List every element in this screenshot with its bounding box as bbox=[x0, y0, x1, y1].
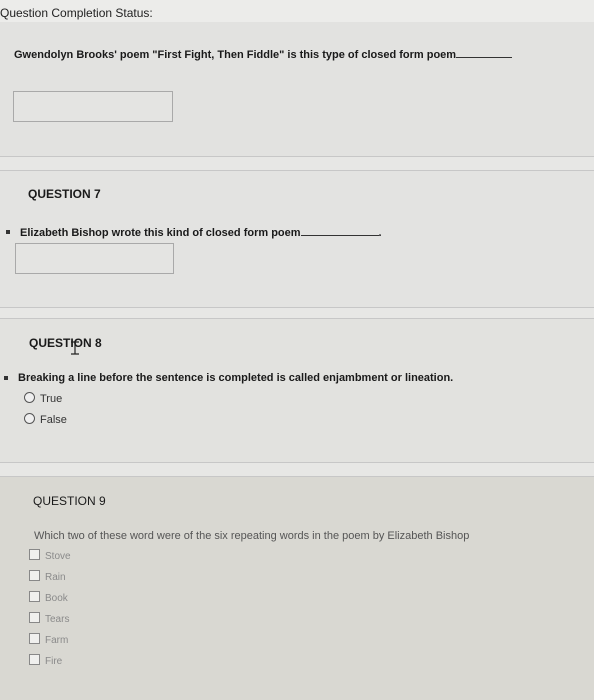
question-9-prompt: Which two of these word were of the six … bbox=[34, 530, 470, 542]
divider bbox=[0, 170, 594, 171]
option-fire[interactable]: Fire bbox=[29, 654, 62, 667]
question-8-title: QUESTION 8 bbox=[29, 336, 102, 350]
completion-status-label: Question Completion Status: bbox=[0, 6, 153, 20]
question-8-prompt: Breaking a line before the sentence is c… bbox=[18, 372, 454, 384]
divider bbox=[0, 156, 594, 157]
question-6-answer-input[interactable] bbox=[13, 91, 173, 122]
option-tears[interactable]: Tears bbox=[29, 612, 69, 625]
radio-button-icon[interactable] bbox=[24, 413, 35, 424]
completion-status-bar: Question Completion Status: bbox=[0, 0, 594, 22]
option-label: Farm bbox=[45, 635, 69, 646]
question-6-block bbox=[0, 22, 594, 157]
divider bbox=[0, 476, 594, 477]
option-true[interactable]: True bbox=[24, 392, 62, 405]
option-book[interactable]: Book bbox=[29, 591, 68, 604]
checkbox-icon[interactable] bbox=[29, 591, 40, 602]
question-6-prompt-text: Gwendolyn Brooks' poem "First Fight, The… bbox=[14, 49, 457, 61]
checkbox-icon[interactable] bbox=[29, 612, 40, 623]
option-rain[interactable]: Rain bbox=[29, 570, 66, 583]
answer-blank bbox=[300, 224, 379, 236]
checkbox-icon[interactable] bbox=[29, 549, 40, 560]
checkbox-icon[interactable] bbox=[29, 633, 40, 644]
question-9-title: QUESTION 9 bbox=[33, 494, 106, 508]
radio-button-icon[interactable] bbox=[24, 392, 35, 403]
option-farm[interactable]: Farm bbox=[29, 633, 68, 646]
option-label: Book bbox=[45, 593, 68, 604]
checkbox-icon[interactable] bbox=[29, 570, 40, 581]
option-label: Rain bbox=[45, 572, 66, 583]
divider bbox=[0, 307, 594, 308]
question-9-block bbox=[0, 476, 594, 700]
option-stove[interactable]: Stove bbox=[29, 549, 71, 562]
question-7-marker bbox=[6, 230, 10, 234]
text-cursor-icon bbox=[71, 341, 79, 355]
divider bbox=[0, 462, 594, 463]
option-label: Tears bbox=[45, 614, 70, 625]
answer-blank bbox=[456, 46, 513, 58]
question-6-prompt: Gwendolyn Brooks' poem "First Fight, The… bbox=[14, 46, 513, 61]
option-label: Stove bbox=[45, 551, 71, 562]
option-label: True bbox=[40, 393, 63, 405]
checkbox-icon[interactable] bbox=[29, 654, 40, 665]
divider bbox=[0, 318, 594, 319]
question-7-prompt-text: Elizabeth Bishop wrote this kind of clos… bbox=[20, 227, 301, 239]
question-7-answer-input[interactable] bbox=[15, 243, 174, 274]
option-false[interactable]: False bbox=[24, 413, 67, 426]
question-7-prompt: Elizabeth Bishop wrote this kind of clos… bbox=[20, 224, 382, 239]
option-label: Fire bbox=[45, 656, 63, 667]
question-8-marker bbox=[4, 376, 8, 380]
question-7-title: QUESTION 7 bbox=[28, 187, 101, 201]
option-label: False bbox=[40, 414, 67, 426]
